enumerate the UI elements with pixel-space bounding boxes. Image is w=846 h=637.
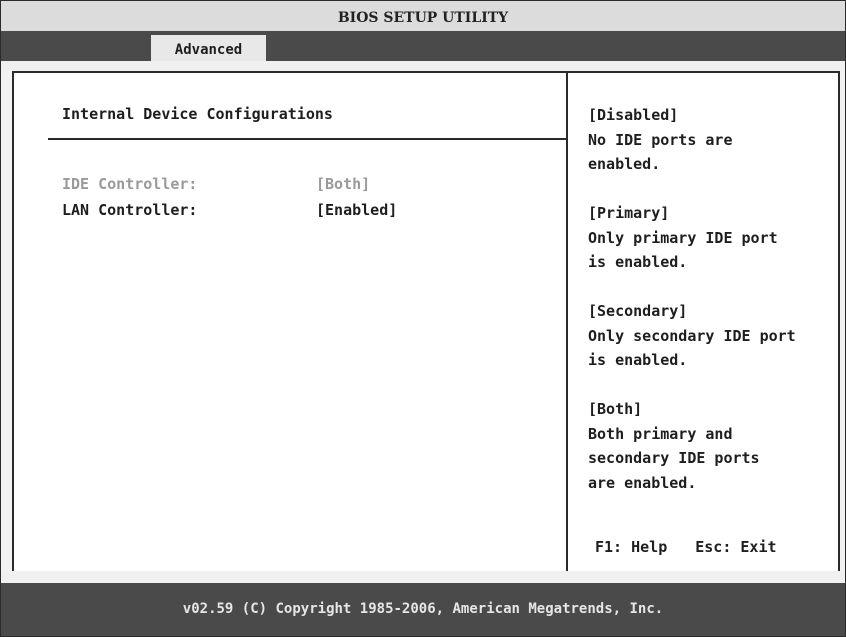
settings-panel: Internal Device Configurations IDE Contr… bbox=[12, 71, 568, 573]
menu-bar: Advanced bbox=[1, 31, 845, 61]
footer: v02.59 (C) Copyright 1985-2006, American… bbox=[1, 583, 845, 636]
help-line: [Disabled] bbox=[588, 106, 679, 124]
bottom-spacer bbox=[1, 571, 845, 583]
setting-lan-controller-label: LAN Controller: bbox=[62, 201, 198, 219]
bios-screen: BIOS SETUP UTILITY Advanced Internal Dev… bbox=[0, 0, 846, 637]
help-line: is enabled. bbox=[588, 253, 688, 271]
section-title: Internal Device Configurations bbox=[62, 105, 333, 123]
section-divider bbox=[48, 138, 568, 140]
setting-lan-controller[interactable]: LAN Controller: [Enabled] bbox=[62, 201, 397, 219]
tab-advanced[interactable]: Advanced bbox=[151, 35, 266, 61]
key-hint-help: F1: Help bbox=[595, 538, 668, 556]
help-line: secondary IDE ports bbox=[588, 449, 760, 467]
help-panel: [Disabled] No IDE ports are enabled. [Pr… bbox=[566, 71, 840, 573]
help-line: Only primary IDE port bbox=[588, 228, 778, 247]
help-line: [Both] bbox=[588, 400, 643, 418]
copyright-text: v02.59 (C) Copyright 1985-2006, American… bbox=[182, 601, 664, 617]
help-line: [Primary] bbox=[588, 204, 670, 222]
setting-ide-controller-value[interactable]: [Both] bbox=[316, 175, 370, 193]
help-line: enabled. bbox=[588, 155, 661, 173]
top-spacer bbox=[1, 61, 845, 71]
title-bar: BIOS SETUP UTILITY bbox=[1, 1, 845, 31]
help-line: [Secondary] bbox=[588, 302, 688, 320]
help-line: are enabled. bbox=[588, 473, 697, 492]
setting-ide-controller-label: IDE Controller: bbox=[62, 175, 198, 193]
help-line: Only secondary IDE port bbox=[588, 326, 796, 345]
help-line: No IDE ports are bbox=[588, 130, 733, 149]
help-block-disabled: [Disabled] No IDE ports are enabled. bbox=[588, 103, 833, 177]
tab-advanced-label: Advanced bbox=[174, 42, 243, 58]
help-text: [Disabled] No IDE ports are enabled. [Pr… bbox=[588, 103, 833, 520]
app-title: BIOS SETUP UTILITY bbox=[337, 10, 509, 26]
help-block-primary: [Primary] Only primary IDE port is enabl… bbox=[588, 201, 833, 275]
setting-ide-controller[interactable]: IDE Controller: [Both] bbox=[62, 175, 370, 193]
key-hint-exit: Esc: Exit bbox=[695, 538, 777, 556]
key-hints: F1: Help Esc: Exit bbox=[595, 538, 777, 556]
help-block-secondary: [Secondary] Only secondary IDE port is e… bbox=[588, 299, 833, 373]
setting-lan-controller-value[interactable]: [Enabled] bbox=[316, 201, 397, 219]
help-line: Both primary and bbox=[588, 424, 733, 443]
help-line: is enabled. bbox=[588, 351, 688, 369]
help-block-both: [Both] Both primary and secondary IDE po… bbox=[588, 397, 833, 495]
